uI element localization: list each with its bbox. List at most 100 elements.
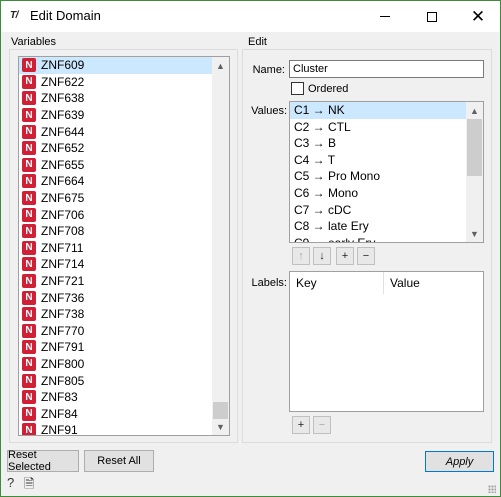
- list-item[interactable]: N ZNF638: [19, 90, 213, 107]
- list-item[interactable]: N ZNF721: [19, 273, 213, 290]
- list-item[interactable]: C3 → B: [290, 135, 468, 152]
- apply-button[interactable]: Apply: [425, 451, 494, 472]
- labels-header: Key Value: [290, 272, 483, 294]
- maximize-button[interactable]: [409, 1, 455, 32]
- numeric-variable-icon: N: [22, 423, 36, 435]
- list-item[interactable]: N ZNF714: [19, 256, 213, 273]
- numeric-variable-icon: N: [22, 240, 36, 255]
- variables-scrollbar[interactable]: ▲ ▼: [212, 57, 229, 435]
- list-item[interactable]: C7 → cDC: [290, 202, 468, 219]
- list-item[interactable]: N ZNF738: [19, 306, 213, 323]
- list-item[interactable]: N ZNF664: [19, 173, 213, 190]
- list-item[interactable]: N ZNF805: [19, 372, 213, 389]
- values-scrollbar[interactable]: ▲ ▼: [466, 102, 483, 242]
- move-up-button[interactable]: ↑: [292, 247, 310, 265]
- scroll-thumb[interactable]: [213, 402, 228, 419]
- values-list[interactable]: C1 → NK C2 → CTL C3 → B C4 → T C5 → Pro Mono…: [289, 101, 484, 243]
- list-item[interactable]: C5 → Pro Mono: [290, 168, 468, 185]
- scroll-thumb[interactable]: [467, 119, 482, 176]
- variable-name: ZNF736: [41, 290, 85, 305]
- report-icon[interactable]: 🗎: [24, 475, 34, 497]
- scroll-up-icon[interactable]: ▲: [212, 57, 229, 74]
- variable-name: ZNF644: [41, 124, 85, 139]
- list-item[interactable]: N ZNF770: [19, 323, 213, 340]
- close-icon: ✕: [470, 7, 486, 26]
- numeric-variable-icon: N: [22, 141, 36, 156]
- ordered-checkbox[interactable]: [291, 82, 304, 95]
- close-button[interactable]: ✕: [455, 1, 501, 32]
- scroll-down-icon[interactable]: ▼: [212, 418, 229, 435]
- numeric-variable-icon: N: [22, 224, 36, 239]
- title-bar: T/ Edit Domain ✕: [1, 1, 500, 32]
- value-column-header: Value: [390, 276, 420, 290]
- numeric-variable-icon: N: [22, 274, 36, 289]
- labels-table[interactable]: Key Value: [289, 271, 484, 412]
- list-item[interactable]: N ZNF639: [19, 107, 213, 124]
- list-item[interactable]: C6 → Mono: [290, 185, 468, 202]
- numeric-variable-icon: N: [22, 124, 36, 139]
- name-input[interactable]: Cluster: [289, 60, 484, 78]
- list-item[interactable]: C4 → T: [290, 152, 468, 169]
- variable-name: ZNF622: [41, 74, 85, 89]
- variable-name: ZNF711: [41, 240, 84, 255]
- add-label-button[interactable]: +: [292, 416, 310, 434]
- variables-items: N ZNF609 N ZNF622 N ZNF638 N ZNF639 N ZNF644 N ZNF6…: [19, 57, 213, 436]
- remove-value-button[interactable]: −: [357, 247, 375, 265]
- reset-all-button[interactable]: Reset All: [84, 450, 154, 472]
- list-item[interactable]: C8 → late Ery: [290, 218, 468, 235]
- numeric-variable-icon: N: [22, 356, 36, 371]
- list-item[interactable]: N ZNF91: [19, 422, 213, 436]
- list-item[interactable]: N ZNF655: [19, 157, 213, 174]
- list-item[interactable]: N ZNF644: [19, 123, 213, 140]
- variable-name: ZNF800: [41, 356, 85, 371]
- key-column-header: Key: [290, 272, 384, 294]
- numeric-variable-icon: N: [22, 174, 36, 189]
- list-item[interactable]: N ZNF791: [19, 339, 213, 356]
- list-item[interactable]: N ZNF711: [19, 240, 213, 257]
- list-item[interactable]: N ZNF800: [19, 356, 213, 373]
- window-title: Edit Domain: [30, 8, 101, 23]
- resize-grip[interactable]: [488, 485, 496, 493]
- list-item[interactable]: C1 → NK: [290, 102, 468, 119]
- labels-label: Labels:: [251, 277, 287, 289]
- name-label: Name:: [252, 64, 285, 76]
- variable-name: ZNF91: [41, 423, 78, 436]
- minimize-button[interactable]: [362, 1, 408, 32]
- list-item[interactable]: N ZNF622: [19, 74, 213, 91]
- help-icon[interactable]: ?: [7, 475, 14, 490]
- variables-list[interactable]: N ZNF609 N ZNF622 N ZNF638 N ZNF639 N ZNF644 N ZNF6…: [18, 56, 230, 436]
- numeric-variable-icon: N: [22, 373, 36, 388]
- list-item[interactable]: C2 → CTL: [290, 119, 468, 136]
- list-item[interactable]: N ZNF652: [19, 140, 213, 157]
- edit-domain-window: T/ Edit Domain ✕ Variables N ZNF609 N ZNF62…: [0, 0, 501, 497]
- scroll-up-icon[interactable]: ▲: [466, 102, 483, 119]
- variable-name: ZNF609: [41, 58, 85, 73]
- move-down-button[interactable]: ↓: [313, 247, 331, 265]
- variable-name: ZNF675: [41, 191, 85, 206]
- list-item[interactable]: C9 → early Ery: [290, 235, 468, 242]
- remove-label-button[interactable]: −: [313, 416, 331, 434]
- values-items: C1 → NK C2 → CTL C3 → B C4 → T C5 → Pro Mono…: [290, 102, 468, 242]
- numeric-variable-icon: N: [22, 91, 36, 106]
- numeric-variable-icon: N: [22, 157, 36, 172]
- variables-group-label: Variables: [11, 36, 57, 48]
- numeric-variable-icon: N: [22, 307, 36, 322]
- variable-name: ZNF639: [41, 108, 85, 123]
- variable-name: ZNF83: [41, 390, 78, 405]
- scroll-down-icon[interactable]: ▼: [466, 225, 483, 242]
- variable-name: ZNF770: [41, 323, 85, 338]
- list-item[interactable]: N ZNF708: [19, 223, 213, 240]
- app-icon: T/: [10, 10, 18, 21]
- variable-name: ZNF84: [41, 406, 78, 421]
- numeric-variable-icon: N: [22, 108, 36, 123]
- numeric-variable-icon: N: [22, 74, 36, 89]
- add-value-button[interactable]: +: [336, 247, 354, 265]
- list-item[interactable]: N ZNF609: [19, 57, 213, 74]
- list-item[interactable]: N ZNF736: [19, 289, 213, 306]
- list-item[interactable]: N ZNF83: [19, 389, 213, 406]
- list-item[interactable]: N ZNF675: [19, 190, 213, 207]
- reset-selected-button[interactable]: Reset Selected: [7, 449, 79, 473]
- list-item[interactable]: N ZNF706: [19, 206, 213, 223]
- list-item[interactable]: N ZNF84: [19, 405, 213, 422]
- numeric-variable-icon: N: [22, 257, 36, 272]
